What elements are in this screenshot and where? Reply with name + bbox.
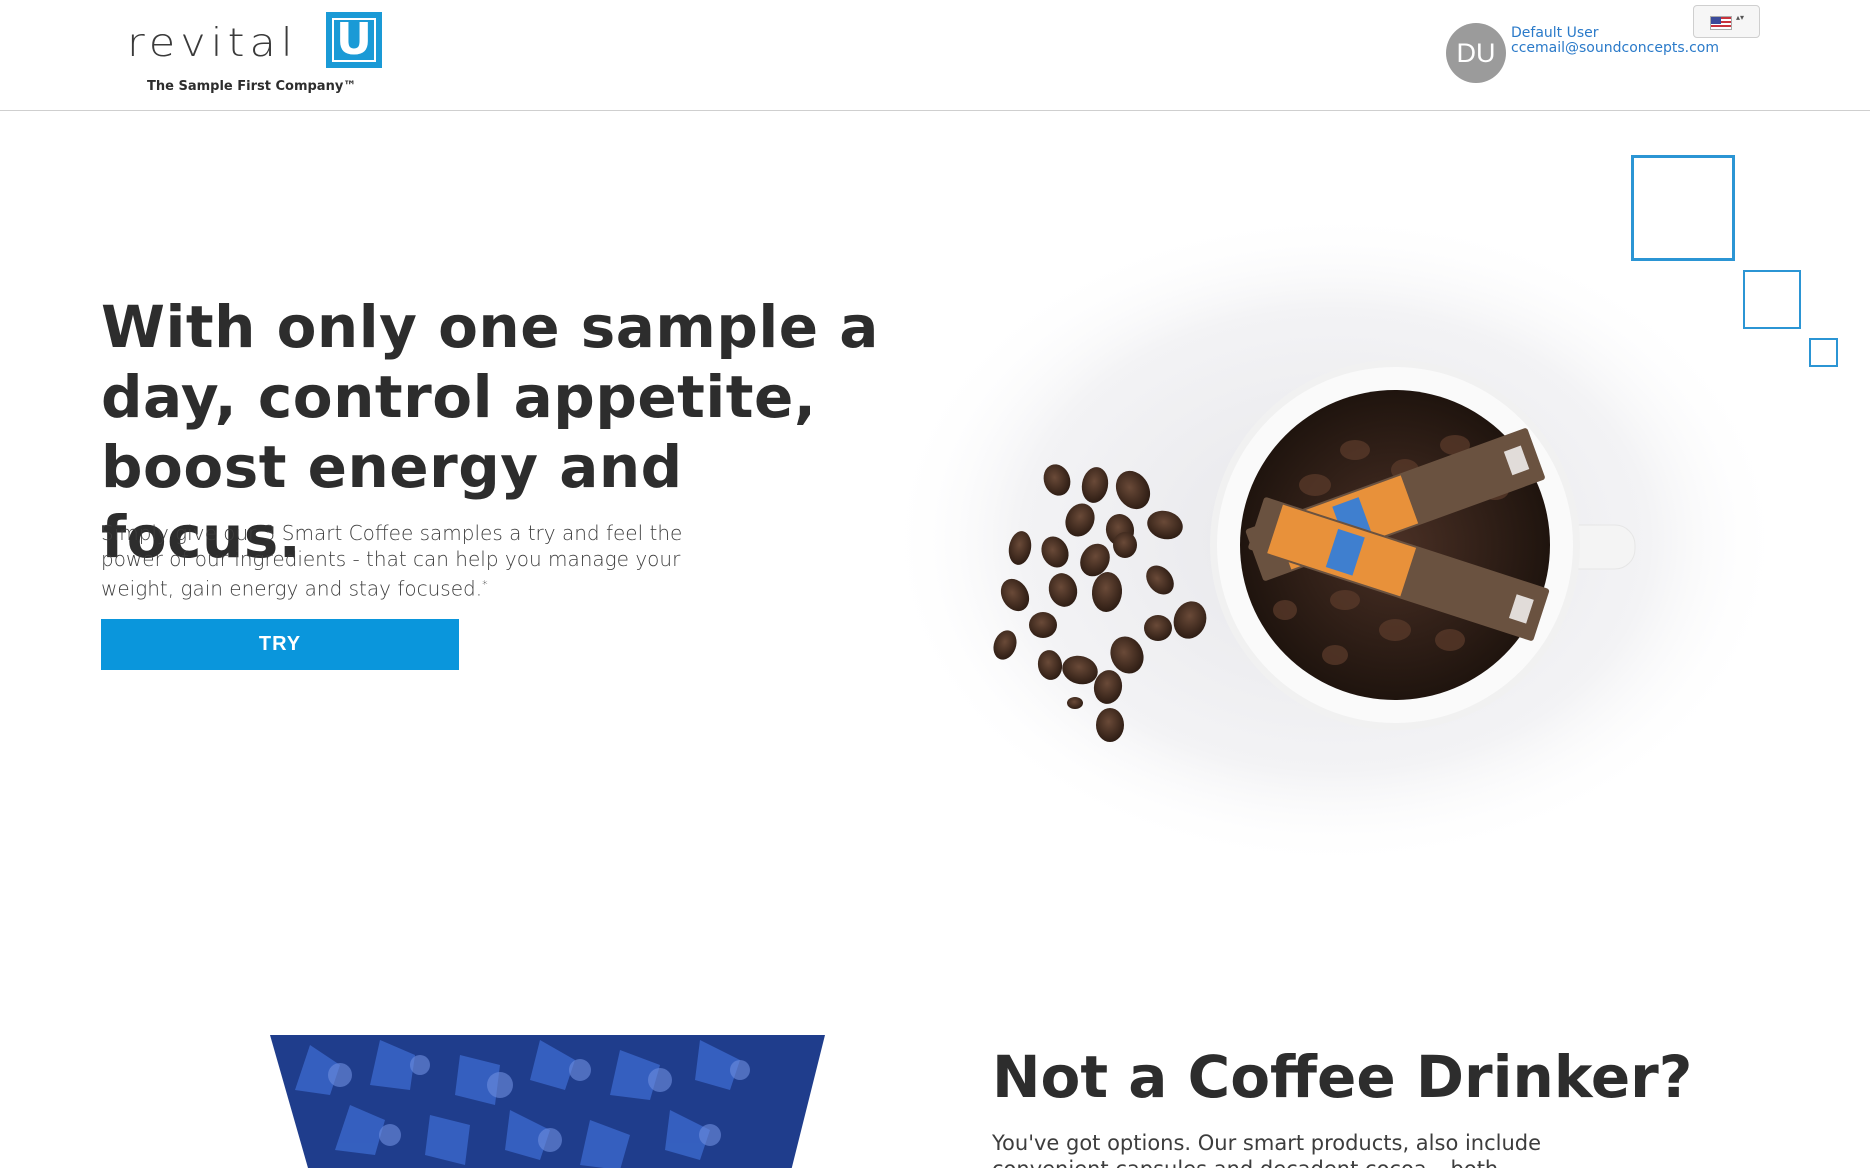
hero-description-text: Simply give our 3 Smart Coffee samples a…: [101, 521, 683, 601]
user-name[interactable]: Default User: [1511, 25, 1599, 41]
us-flag-icon: [1710, 16, 1732, 30]
site-header: revital U The Sample First Company™ DU D…: [0, 0, 1870, 111]
try-button[interactable]: TRY: [101, 619, 459, 670]
coffee-hero-image: [895, 210, 1775, 860]
logo-u-badge: U: [326, 12, 382, 68]
select-arrows-icon: ▴▾: [1736, 13, 1745, 22]
revitalu-logo[interactable]: revital U The Sample First Company™: [127, 12, 383, 98]
avatar[interactable]: DU: [1446, 23, 1506, 83]
language-select[interactable]: ▴▾: [1693, 5, 1760, 38]
section-description: You've got options. Our smart products, …: [992, 1131, 1542, 1168]
logo-tagline: The Sample First Company™: [147, 79, 357, 94]
hydrangea-image: [270, 1035, 825, 1168]
hero-description: Simply give our 3 Smart Coffee samples a…: [101, 520, 721, 602]
user-email[interactable]: ccemail@soundconcepts.com: [1511, 40, 1719, 56]
decorative-square-small: [1809, 338, 1838, 367]
section-title-not-coffee: Not a Coffee Drinker?: [992, 1043, 1693, 1111]
footnote-marker: *: [482, 578, 488, 591]
logo-wordmark: revital: [127, 20, 298, 67]
